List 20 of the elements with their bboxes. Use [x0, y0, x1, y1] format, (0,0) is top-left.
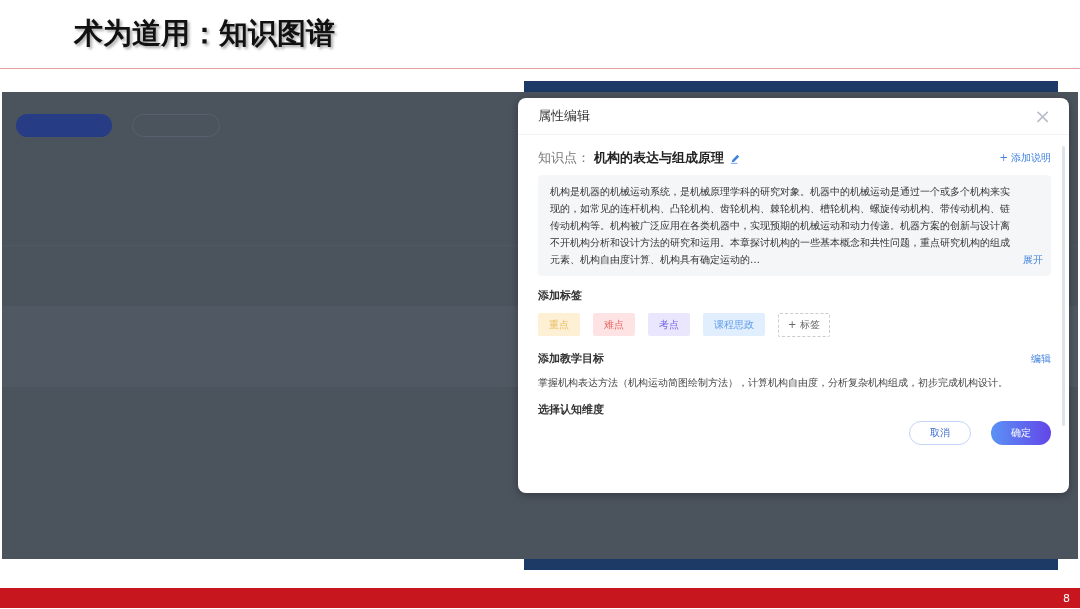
description-text: 机构是机器的机械运动系统，是机械原理学科的研究对象。机器中的机械运动是通过一个或多个机构来实现的，如常见的连杆机构、凸轮机构、齿轮机构、棘轮机构、槽轮机构、螺旋传动机构、带传动机构、链传动机构等。机构被广泛应用在各类机器中，实现预期的机械运动和动力传递。机器方案的创新与设计离不开机构分析和设计方法的研究和运用。本章探讨机构的一些基本概念和共性问题，重点研究机构的组成元素、机构自由度计算、机构具有确定运动的…	[550, 185, 1011, 267]
knowledge-point-name: 机构的表达与组成原理	[594, 149, 724, 167]
teaching-goal-text: 掌握机构表达方法（机构运动简图绘制方法），计算机构自由度，分析复杂机构组成，初步完成机构设计。	[538, 376, 1009, 390]
add-tag-button[interactable]: + 标签	[778, 313, 830, 337]
add-note-link[interactable]: + 添加说明	[999, 151, 1051, 165]
section-heading: 添加教学目标	[538, 351, 604, 366]
field-label: 知识点：	[538, 149, 590, 167]
tag-chip[interactable]: 难点	[593, 313, 635, 336]
tag-chip[interactable]: 课程思政	[703, 313, 765, 336]
confirm-button[interactable]: 确定	[991, 421, 1051, 445]
page-number: 8	[1063, 591, 1070, 605]
tag-chip[interactable]: 考点	[648, 313, 690, 336]
dialog-title: 属性编辑	[538, 107, 590, 125]
expand-link[interactable]: 展开	[1023, 251, 1043, 268]
edit-link[interactable]: 编辑	[1031, 351, 1051, 366]
slide-title: 术为道用：知识图谱	[74, 15, 335, 52]
pencil-icon[interactable]	[730, 152, 741, 164]
cancel-button[interactable]: 取消	[909, 421, 971, 445]
section-heading: 添加标签	[538, 288, 582, 303]
section-heading: 选择认知维度	[538, 402, 604, 417]
